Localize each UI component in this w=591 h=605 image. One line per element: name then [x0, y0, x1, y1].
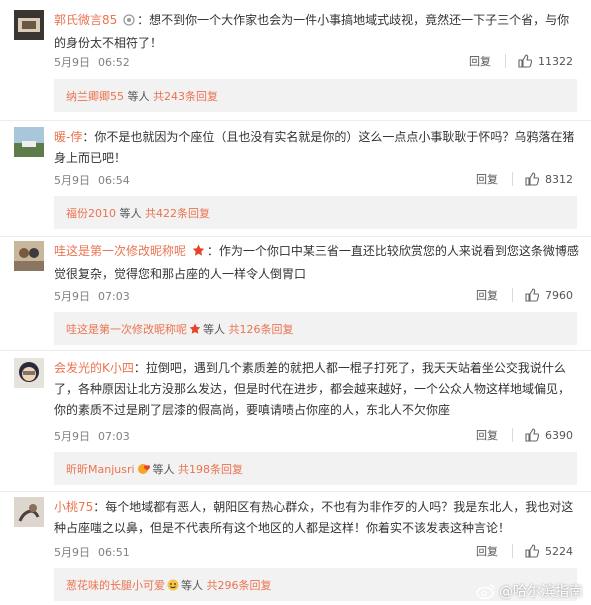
reply-username[interactable]: 哇这是第一次修改昵称呢	[66, 323, 187, 336]
comment-date: 5月9日	[54, 290, 90, 303]
avatar[interactable]	[14, 127, 44, 157]
comment-separator: ：	[93, 500, 106, 514]
comment-separator: ：	[137, 13, 150, 27]
comment-username[interactable]: 郭氏微言85	[54, 13, 117, 27]
comment-username[interactable]: 会发光的K小四	[54, 361, 134, 375]
comment-meta: 5月9日 06:54	[54, 172, 138, 188]
reply-summary[interactable]: 纳兰卿卿55 等人 共243条回复	[54, 79, 577, 112]
comment-text-block: 郭氏微言85 ：想不到你一个大作家也会为一件小事搞地域式歧视，竟然还一下子三个省…	[54, 10, 580, 54]
comment-meta: 5月9日 06:51	[54, 544, 138, 560]
divider	[0, 120, 591, 121]
comment-username[interactable]: 暖-侼	[54, 130, 82, 144]
reply-count-link[interactable]: 共126条回复	[229, 323, 294, 336]
like-count: 11322	[538, 54, 573, 68]
reply-summary[interactable]: 哇这是第一次修改昵称呢 等人 共126条回复	[54, 312, 577, 345]
comment-text-block: 小桃75：每个地域都有恶人，朝阳区有热心群众，不也有为非作歹的人吗？我是东北人，…	[54, 497, 580, 539]
reply-button[interactable]: 回复	[476, 287, 498, 303]
reply-button[interactable]: 回复	[476, 543, 498, 559]
comment-date: 5月9日	[54, 174, 90, 187]
divider	[505, 54, 506, 68]
comment-time: 06:52	[98, 56, 130, 69]
avatar[interactable]	[14, 497, 44, 527]
like-count: 6390	[545, 428, 573, 442]
divider	[0, 350, 591, 351]
reply-username[interactable]: 葱花味的长腿小可爱	[66, 579, 165, 592]
reply-summary[interactable]: 昕昕Manjusri 等人 共198条回复	[54, 452, 577, 485]
comment-actions: 回复 8312	[476, 171, 573, 187]
watermark: @哈尔滨指南	[476, 581, 583, 601]
like-count: 8312	[545, 172, 573, 186]
divider	[512, 288, 513, 302]
reply-mid-text: 等人	[203, 323, 229, 336]
comment-actions: 回复 5224	[476, 543, 573, 559]
comment-text-block: 哇这是第一次修改昵称呢 ：作为一个你口中某三省一直还比较欣赏您的人来说看到您这条…	[54, 241, 580, 285]
reply-username[interactable]: 昕昕Manjusri	[66, 463, 135, 476]
comment-separator: ：	[206, 244, 219, 258]
comment-meta: 5月9日 06:52	[54, 54, 138, 70]
comment-separator: ：	[133, 361, 146, 375]
reply-mid-text: 等人	[116, 207, 145, 220]
reply-mid-text: 等人	[152, 463, 179, 476]
divider	[512, 172, 513, 186]
reply-button[interactable]: 回复	[476, 427, 498, 443]
weibo-logo-icon	[476, 584, 495, 599]
face-badge-icon	[167, 579, 179, 594]
comment-username[interactable]: 哇这是第一次修改昵称呢	[54, 244, 186, 258]
star-icon	[189, 323, 201, 338]
comment-body: 你不是也就因为个座位（且也没有实名就是你的）这么一点点小事耿耿于怀吗？乌鸦落在猪…	[54, 130, 575, 165]
comment-separator: ：	[82, 130, 95, 144]
heart-badge-icon	[137, 463, 151, 478]
thumbs-up-icon[interactable]	[525, 288, 539, 302]
reply-username[interactable]: 福份2010	[66, 207, 116, 220]
comment-time: 06:54	[98, 174, 130, 187]
divider	[512, 544, 513, 558]
reply-mid-text: 等人	[181, 579, 207, 592]
comment-meta: 5月9日 07:03	[54, 428, 138, 444]
avatar[interactable]	[14, 10, 44, 40]
comment-time: 07:03	[98, 290, 130, 303]
divider	[512, 428, 513, 442]
thumbs-up-icon[interactable]	[525, 172, 539, 186]
reply-mid-text: 等人	[124, 90, 153, 103]
thumbs-up-icon[interactable]	[525, 428, 539, 442]
medal-icon[interactable]	[123, 12, 135, 33]
avatar[interactable]	[14, 358, 44, 388]
star-icon[interactable]	[192, 243, 205, 264]
reply-username[interactable]: 纳兰卿卿55	[66, 90, 124, 103]
reply-button[interactable]: 回复	[476, 171, 498, 187]
comment-body: 每个地域都有恶人，朝阳区有热心群众，不也有为非作歹的人吗？我是东北人，我也对这种…	[54, 500, 574, 535]
comment-actions: 回复 6390	[476, 427, 573, 443]
comment-time: 06:51	[98, 546, 130, 559]
comment-actions: 回复 7960	[476, 287, 573, 303]
reply-button[interactable]: 回复	[469, 53, 491, 69]
like-count: 7960	[545, 288, 573, 302]
thumbs-up-icon[interactable]	[525, 544, 539, 558]
watermark-text: @哈尔滨指南	[499, 584, 583, 600]
divider	[0, 491, 591, 492]
comment-text-block: 暖-侼：你不是也就因为个座位（且也没有实名就是你的）这么一点点小事耿耿于怀吗？乌…	[54, 127, 580, 169]
comment-date: 5月9日	[54, 430, 90, 443]
reply-count-link[interactable]: 共422条回复	[145, 207, 210, 220]
avatar[interactable]	[14, 241, 44, 271]
divider	[0, 236, 591, 237]
thumbs-up-icon[interactable]	[518, 54, 532, 68]
comment-username[interactable]: 小桃75	[54, 500, 93, 514]
comment-text-block: 会发光的K小四：拉倒吧，遇到几个素质差的就把人都一棍子打死了，我天天站着坐公交我…	[54, 358, 580, 421]
reply-count-link[interactable]: 共243条回复	[153, 90, 218, 103]
reply-summary[interactable]: 福份2010 等人 共422条回复	[54, 196, 577, 229]
comment-actions: 回复 11322	[469, 53, 573, 69]
comment-meta: 5月9日 07:03	[54, 288, 138, 304]
comment-date: 5月9日	[54, 546, 90, 559]
comment-date: 5月9日	[54, 56, 90, 69]
like-count: 5224	[545, 544, 573, 558]
comment-time: 07:03	[98, 430, 130, 443]
reply-count-link[interactable]: 共198条回复	[178, 463, 243, 476]
reply-count-link[interactable]: 共296条回复	[207, 579, 272, 592]
